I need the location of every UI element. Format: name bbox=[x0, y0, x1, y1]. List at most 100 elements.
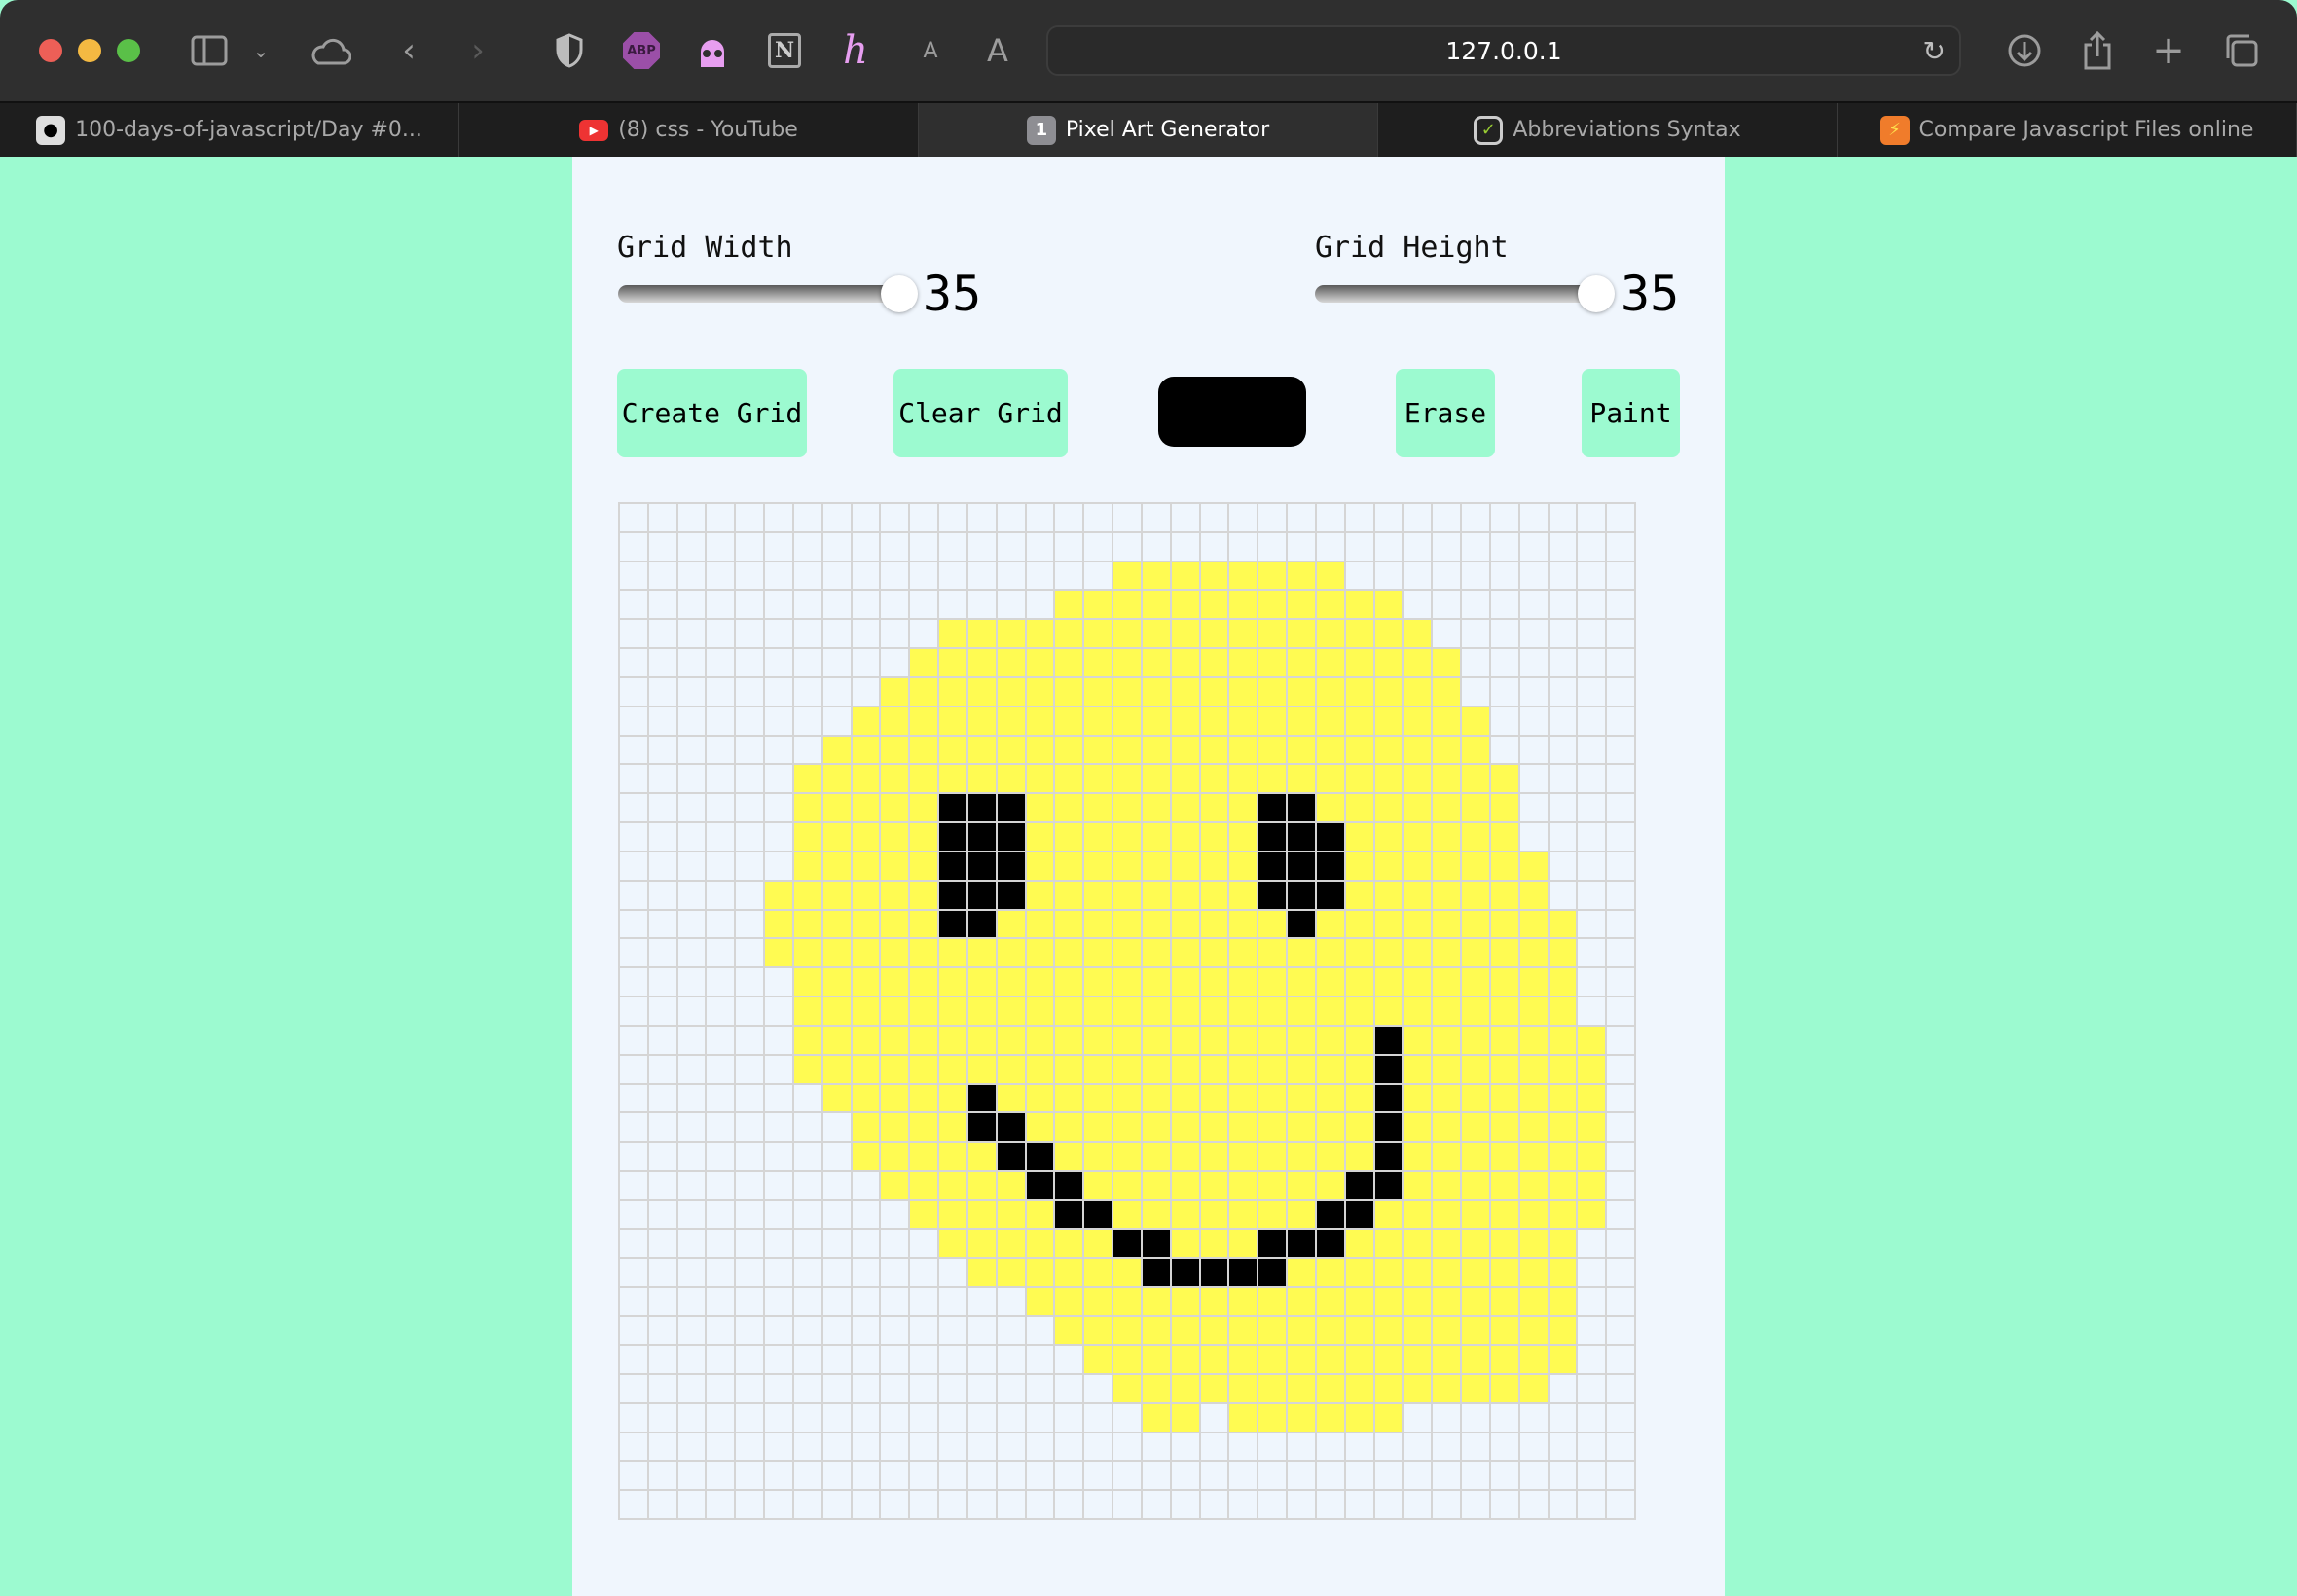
decrease-font-button[interactable]: A bbox=[921, 29, 940, 72]
pixel-cell[interactable] bbox=[1316, 1172, 1344, 1199]
pixel-cell[interactable] bbox=[1578, 707, 1606, 735]
pixel-cell[interactable] bbox=[1578, 1172, 1606, 1199]
pixel-cell[interactable] bbox=[1084, 881, 1112, 909]
pixel-cell[interactable] bbox=[765, 591, 792, 619]
pixel-cell[interactable] bbox=[1607, 1055, 1634, 1083]
pixel-cell[interactable] bbox=[852, 677, 880, 706]
pixel-cell[interactable] bbox=[736, 1346, 764, 1373]
pixel-cell[interactable] bbox=[1142, 1172, 1170, 1199]
pixel-cell[interactable] bbox=[910, 1462, 938, 1490]
pixel-cell[interactable] bbox=[1113, 620, 1141, 648]
pixel-cell[interactable] bbox=[765, 1084, 792, 1112]
pixel-cell[interactable] bbox=[1345, 736, 1373, 764]
pixel-cell[interactable] bbox=[1171, 881, 1199, 909]
pixel-cell[interactable] bbox=[1607, 532, 1634, 561]
pixel-cell[interactable] bbox=[1200, 1491, 1228, 1518]
pixel-cell[interactable] bbox=[939, 736, 966, 764]
pixel-cell[interactable] bbox=[852, 591, 880, 619]
pixel-cell[interactable] bbox=[707, 910, 735, 938]
pixel-cell[interactable] bbox=[852, 794, 880, 822]
pixel-cell[interactable] bbox=[910, 1172, 938, 1199]
pixel-cell[interactable] bbox=[1113, 1055, 1141, 1083]
pixel-cell[interactable] bbox=[1345, 1317, 1373, 1345]
pixel-cell[interactable] bbox=[822, 1491, 851, 1518]
pixel-cell[interactable] bbox=[1258, 1491, 1287, 1518]
pixel-cell[interactable] bbox=[1462, 1258, 1489, 1287]
pixel-cell[interactable] bbox=[1462, 1055, 1489, 1083]
pixel-cell[interactable] bbox=[822, 1374, 851, 1402]
pixel-cell[interactable] bbox=[939, 562, 966, 590]
pixel-cell[interactable] bbox=[1142, 1055, 1170, 1083]
pixel-cell[interactable] bbox=[1519, 1026, 1548, 1054]
pixel-cell[interactable] bbox=[822, 1055, 851, 1083]
pixel-cell[interactable] bbox=[1142, 649, 1170, 676]
pixel-cell[interactable] bbox=[1142, 1462, 1170, 1490]
pixel-cell[interactable] bbox=[1549, 649, 1577, 676]
pixel-cell[interactable] bbox=[1288, 1172, 1315, 1199]
pixel-cell[interactable] bbox=[736, 707, 764, 735]
pixel-cell[interactable] bbox=[1142, 1346, 1170, 1373]
pixel-cell[interactable] bbox=[1288, 620, 1315, 648]
pixel-cell[interactable] bbox=[1171, 939, 1199, 967]
pixel-cell[interactable] bbox=[1549, 1084, 1577, 1112]
paint-button[interactable]: Paint bbox=[1582, 369, 1680, 457]
pixel-cell[interactable] bbox=[1490, 823, 1518, 851]
pixel-cell[interactable] bbox=[1490, 881, 1518, 909]
pixel-cell[interactable] bbox=[1519, 823, 1548, 851]
pixel-cell[interactable] bbox=[967, 1200, 996, 1228]
pixel-cell[interactable] bbox=[1345, 707, 1373, 735]
pixel-cell[interactable] bbox=[1288, 765, 1315, 793]
pixel-cell[interactable] bbox=[1084, 910, 1112, 938]
pixel-cell[interactable] bbox=[1316, 794, 1344, 822]
pixel-cell[interactable] bbox=[1288, 532, 1315, 561]
pixel-cell[interactable] bbox=[793, 910, 821, 938]
pixel-cell[interactable] bbox=[765, 968, 792, 997]
pixel-cell[interactable] bbox=[939, 1491, 966, 1518]
pixel-cell[interactable] bbox=[967, 1374, 996, 1402]
pixel-cell[interactable] bbox=[910, 1026, 938, 1054]
pixel-cell[interactable] bbox=[1374, 620, 1403, 648]
pixel-cell[interactable] bbox=[1462, 1491, 1489, 1518]
pixel-cell[interactable] bbox=[1200, 910, 1228, 938]
pixel-cell[interactable] bbox=[881, 910, 909, 938]
pixel-cell[interactable] bbox=[677, 1288, 706, 1316]
pixel-cell[interactable] bbox=[1113, 968, 1141, 997]
pixel-cell[interactable] bbox=[648, 881, 676, 909]
pixel-cell[interactable] bbox=[1113, 1288, 1141, 1316]
pixel-cell[interactable] bbox=[648, 910, 676, 938]
pixel-cell[interactable] bbox=[1200, 1143, 1228, 1171]
pixel-cell[interactable] bbox=[1316, 1200, 1344, 1228]
pixel-cell[interactable] bbox=[967, 1258, 996, 1287]
pixel-cell[interactable] bbox=[1462, 1172, 1489, 1199]
pixel-cell[interactable] bbox=[1026, 1143, 1054, 1171]
pixel-cell[interactable] bbox=[1374, 1172, 1403, 1199]
pixel-cell[interactable] bbox=[1113, 910, 1141, 938]
pixel-cell[interactable] bbox=[1345, 620, 1373, 648]
pixel-cell[interactable] bbox=[1055, 504, 1083, 531]
pixel-cell[interactable] bbox=[1433, 532, 1461, 561]
pixel-cell[interactable] bbox=[1229, 939, 1258, 967]
pixel-cell[interactable] bbox=[736, 910, 764, 938]
pixel-cell[interactable] bbox=[1607, 591, 1634, 619]
downloads-icon[interactable] bbox=[2005, 29, 2044, 72]
pixel-cell[interactable] bbox=[677, 910, 706, 938]
pixel-cell[interactable] bbox=[1288, 1346, 1315, 1373]
pixel-cell[interactable] bbox=[939, 1055, 966, 1083]
pixel-cell[interactable] bbox=[1229, 1258, 1258, 1287]
pixel-cell[interactable] bbox=[1404, 736, 1432, 764]
pixel-cell[interactable] bbox=[1607, 881, 1634, 909]
pixel-cell[interactable] bbox=[1519, 1317, 1548, 1345]
pixel-cell[interactable] bbox=[1404, 1084, 1432, 1112]
pixel-cell[interactable] bbox=[1200, 765, 1228, 793]
pixel-cell[interactable] bbox=[1200, 1084, 1228, 1112]
pixel-cell[interactable] bbox=[648, 649, 676, 676]
pixel-cell[interactable] bbox=[1026, 1403, 1054, 1432]
pixel-cell[interactable] bbox=[1288, 677, 1315, 706]
pixel-cell[interactable] bbox=[997, 736, 1025, 764]
pixel-cell[interactable] bbox=[822, 881, 851, 909]
pixel-cell[interactable] bbox=[1578, 1433, 1606, 1461]
pixel-cell[interactable] bbox=[707, 504, 735, 531]
pixel-cell[interactable] bbox=[765, 1055, 792, 1083]
pixel-cell[interactable] bbox=[1433, 1055, 1461, 1083]
pixel-cell[interactable] bbox=[852, 1143, 880, 1171]
